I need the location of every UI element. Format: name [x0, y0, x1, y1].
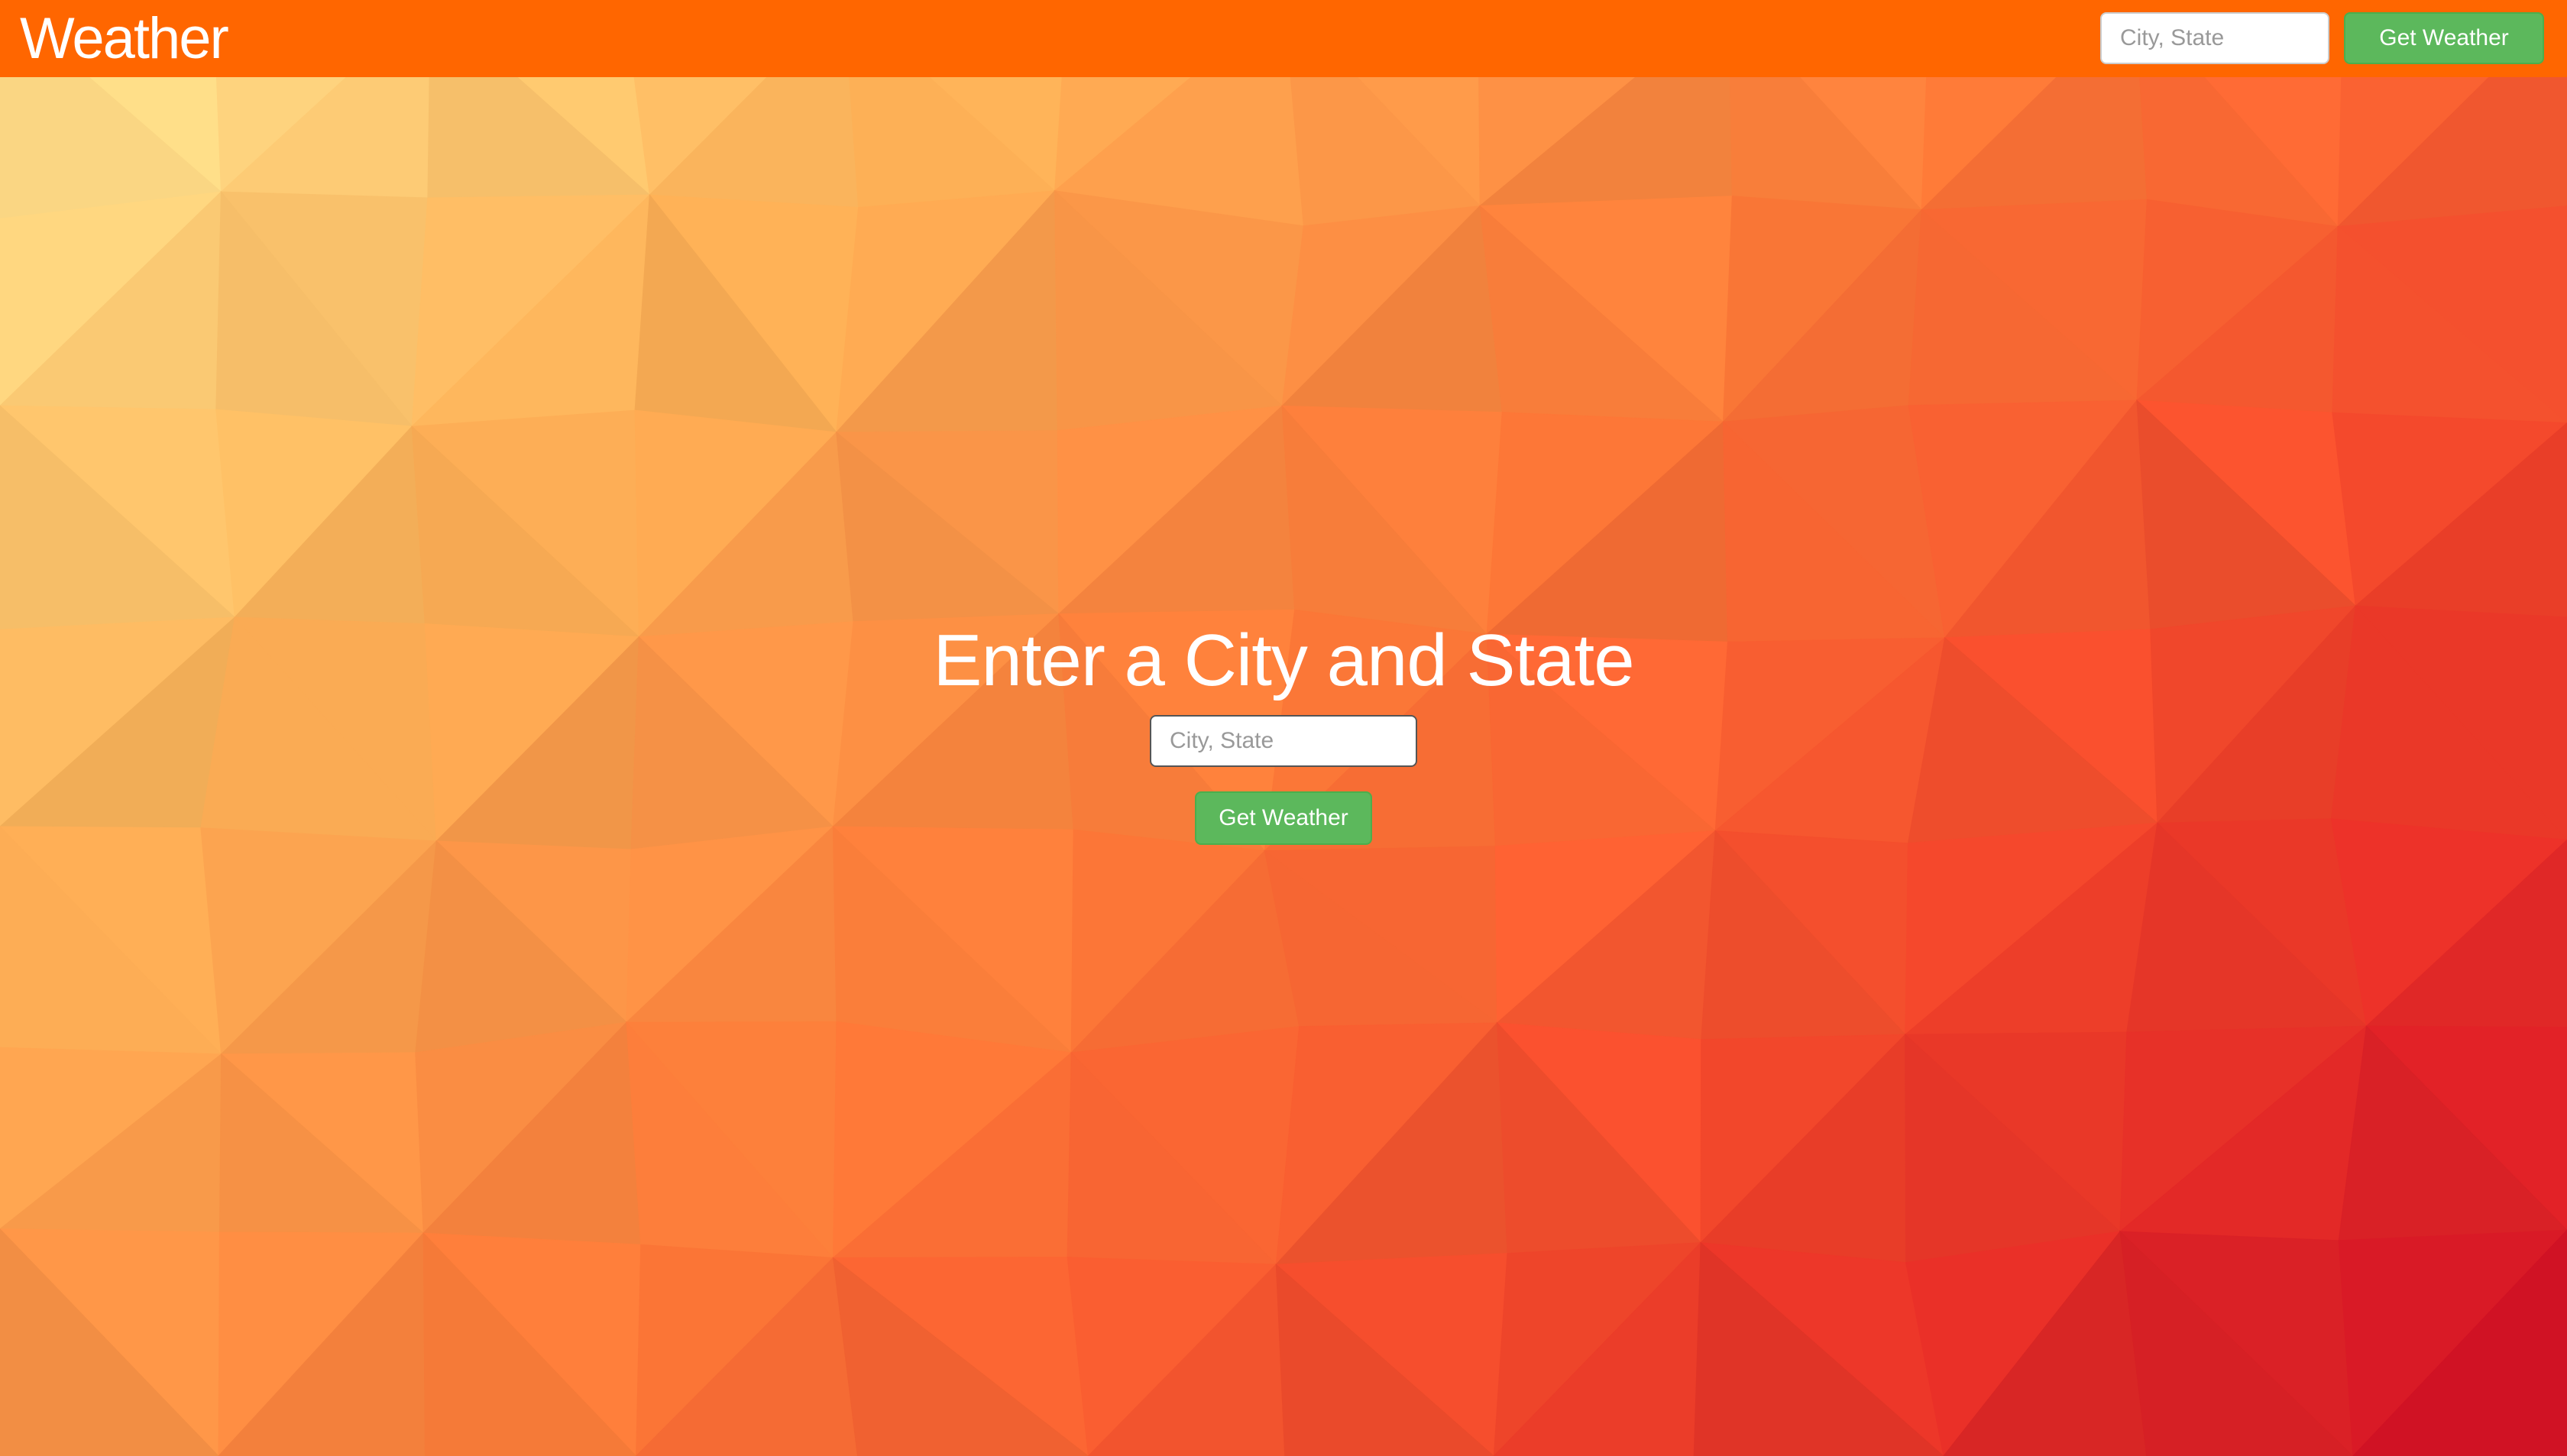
- navbar-get-weather-button[interactable]: Get Weather: [2344, 12, 2544, 64]
- brand-logo[interactable]: Weather: [20, 5, 229, 73]
- navbar-city-input[interactable]: [2100, 12, 2329, 64]
- hero-city-input[interactable]: [1150, 715, 1417, 767]
- hero-section: Enter a City and State Get Weather: [0, 611, 2567, 845]
- navbar: Weather Get Weather: [0, 0, 2567, 77]
- hero-title: Enter a City and State: [933, 620, 1634, 701]
- hero-get-weather-button[interactable]: Get Weather: [1195, 791, 1372, 845]
